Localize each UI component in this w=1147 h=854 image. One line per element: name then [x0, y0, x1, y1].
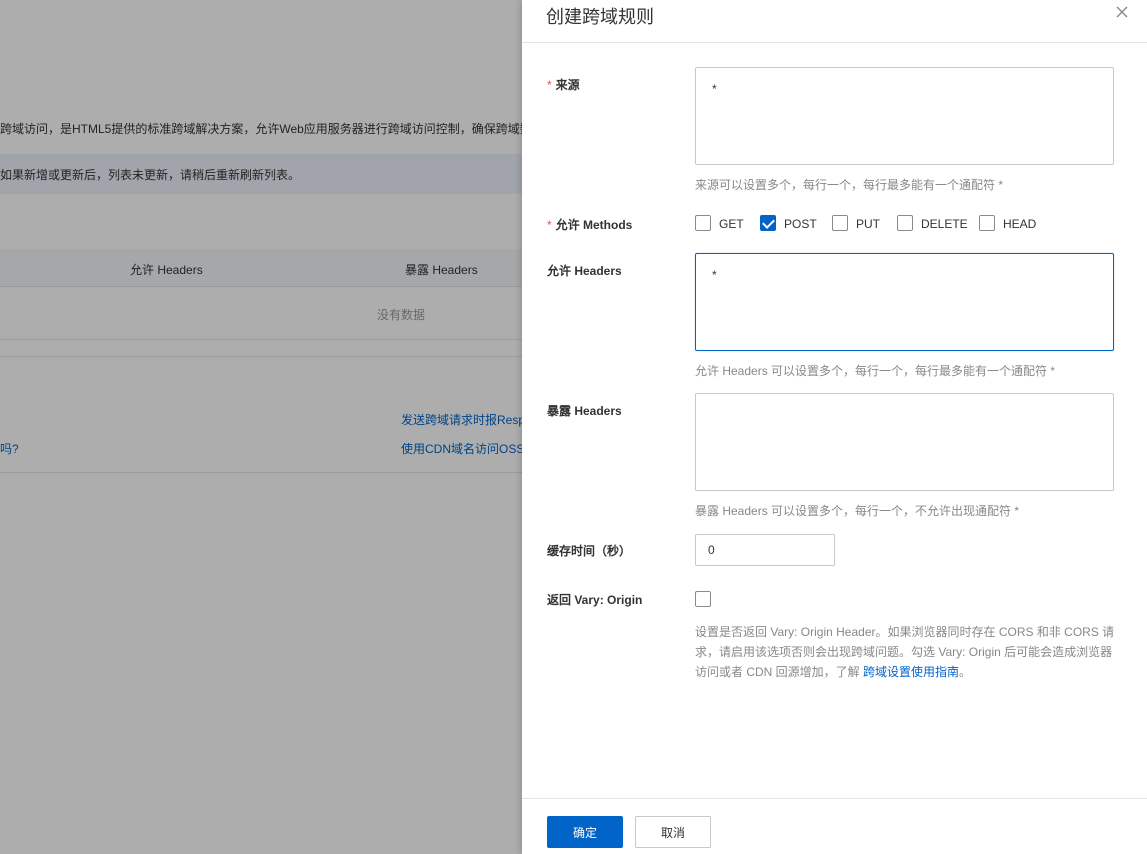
cache-time-input[interactable]: [695, 534, 835, 566]
cache-time-label: 缓存时间（秒）: [547, 544, 632, 558]
allow-headers-help: 允许 Headers 可以设置多个，每行一个，每行最多能有一个通配符 *: [695, 364, 1056, 378]
method-label: DELETE: [921, 217, 968, 231]
origin-label: * 来源: [547, 78, 580, 92]
cancel-button[interactable]: 取消: [635, 816, 711, 848]
drawer-footer: 确定 取消: [522, 798, 1147, 854]
vary-origin-description: 设置是否返回 Vary: Origin Header。如果浏览器同时存在 COR…: [695, 625, 1115, 679]
expose-headers-help: 暴露 Headers 可以设置多个，每行一个，不允许出现通配符 *: [695, 504, 1020, 518]
origin-help: 来源可以设置多个，每行一个，每行最多能有一个通配符 *: [695, 178, 1004, 192]
methods-label: * 允许 Methods: [547, 218, 633, 232]
close-icon[interactable]: [1113, 3, 1131, 21]
method-label: PUT: [856, 217, 880, 231]
allow-headers-textarea[interactable]: *: [695, 253, 1114, 351]
method-label: POST: [784, 217, 817, 231]
create-cors-rule-drawer: 创建跨域规则 * 来源 * 来源可以设置多个，每行一个，每行最多能有一个通配符 *…: [522, 0, 1147, 854]
checkbox-box[interactable]: [979, 215, 995, 231]
required-mark: *: [547, 218, 552, 232]
checkbox-box[interactable]: [897, 215, 913, 231]
checkbox-box[interactable]: [760, 215, 776, 231]
expose-headers-textarea[interactable]: [695, 393, 1114, 491]
origin-textarea[interactable]: *: [695, 67, 1114, 165]
confirm-button[interactable]: 确定: [547, 816, 623, 848]
method-label: HEAD: [1003, 217, 1037, 231]
cors-guide-link[interactable]: 跨域设置使用指南: [863, 665, 959, 679]
vary-origin-label: 返回 Vary: Origin: [547, 593, 643, 607]
method-label: GET: [719, 217, 744, 231]
checkbox-box[interactable]: [832, 215, 848, 231]
drawer-header: 创建跨域规则: [522, 0, 1147, 43]
drawer-title: 创建跨域规则: [546, 7, 654, 27]
checkbox-box[interactable]: [695, 215, 711, 231]
allow-headers-label: 允许 Headers: [547, 264, 622, 278]
required-mark: *: [547, 78, 552, 92]
expose-headers-label: 暴露 Headers: [547, 404, 622, 418]
vary-origin-checkbox[interactable]: [695, 591, 711, 607]
